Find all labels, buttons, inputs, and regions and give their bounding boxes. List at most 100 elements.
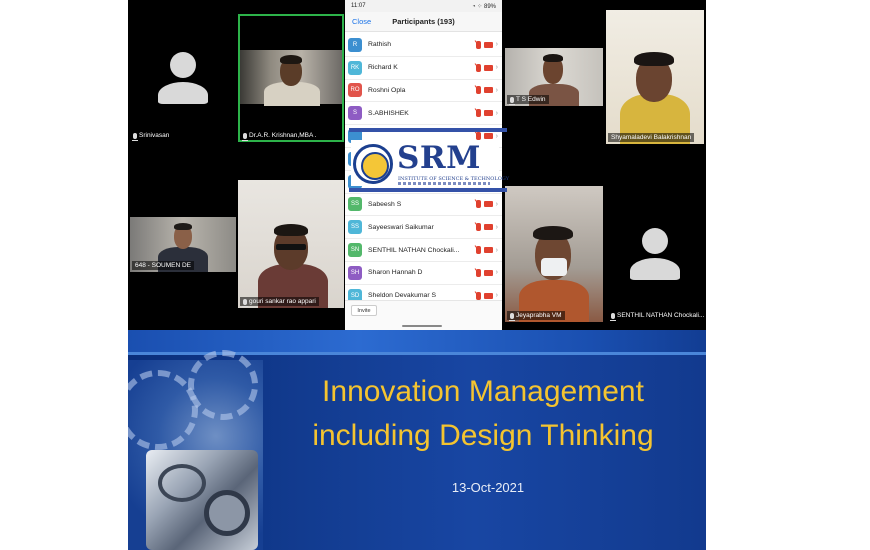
participant-controls: › xyxy=(475,200,498,209)
name-tag: Shyamaladevi Balakrishnan xyxy=(608,133,695,142)
muted-microphone-icon xyxy=(475,63,481,72)
srm-logo: SRM INSTITUTE OF SCIENCE & TECHNOLOGY xyxy=(349,128,509,194)
participant-controls: › xyxy=(475,63,498,72)
muted-microphone-icon xyxy=(475,109,481,118)
participant-name: Sheldon Devakumar S xyxy=(368,292,437,300)
participant-name: SENTHIL NATHAN Chockali... xyxy=(368,246,460,254)
video-feed xyxy=(240,50,342,106)
slide-title: Innovation Management including Design T… xyxy=(263,370,703,458)
chevron-right-icon: › xyxy=(495,292,498,300)
muted-microphone-icon xyxy=(475,246,481,255)
chevron-right-icon: › xyxy=(495,200,498,208)
participant-controls: › xyxy=(475,291,498,300)
participant-controls: › xyxy=(475,223,498,232)
chevron-right-icon: › xyxy=(495,269,498,277)
status-icons: ◔ ⁘ 89% xyxy=(472,3,496,10)
logo-underline xyxy=(398,182,490,185)
muted-microphone-icon xyxy=(475,291,481,300)
video-off-icon xyxy=(483,269,493,276)
chevron-right-icon: › xyxy=(495,41,498,49)
tile-senthil[interactable]: SENTHIL NATHAN Chockali... xyxy=(606,186,706,322)
video-off-icon xyxy=(483,64,493,71)
participant-name: Richard K xyxy=(368,64,398,72)
chevron-right-icon: › xyxy=(495,109,498,117)
participant-name: Srinivasan xyxy=(139,132,170,139)
participant-row[interactable]: SN SENTHIL NATHAN Chockali... › xyxy=(345,239,502,262)
slide-date: 13-Oct-2021 xyxy=(451,480,525,495)
microphone-icon xyxy=(242,298,248,307)
screenshot: Srinivasan Dr.A.R. Krishnan,MBA . 648 - … xyxy=(0,0,870,550)
participant-name: S.ABHISHEK xyxy=(368,109,409,117)
logo-bar-top xyxy=(349,128,507,132)
name-tag: Jeyaprabha VM xyxy=(507,311,565,321)
tile-soumen[interactable]: 648 - SOUMEN DE xyxy=(130,217,236,272)
microphone-icon xyxy=(132,132,138,141)
participant-controls: › xyxy=(475,246,498,255)
phone-status-bar: 11:07 ◔ ⁘ 89% xyxy=(345,0,502,12)
close-button[interactable]: Close xyxy=(352,17,371,26)
participant-avatar: RK xyxy=(348,60,362,75)
name-tag: SENTHIL NATHAN Chockali... xyxy=(608,311,706,321)
microphone-icon xyxy=(242,132,248,141)
tile-edwin[interactable]: T S Edwin xyxy=(505,48,603,106)
tile-krishnan[interactable]: Dr.A.R. Krishnan,MBA . xyxy=(238,14,344,142)
participant-name: Rathish xyxy=(368,41,392,49)
name-tag: 648 - SOUMEN DE xyxy=(132,261,194,270)
chevron-right-icon: › xyxy=(495,246,498,254)
logo-bar-bottom xyxy=(349,188,507,192)
chevron-right-icon: › xyxy=(495,223,498,231)
participant-row[interactable]: R Rathish › xyxy=(345,34,502,57)
participant-avatar: SH xyxy=(348,265,362,280)
tile-jeyaprabha[interactable]: Jeyaprabha VM xyxy=(505,186,603,322)
tile-srinivasan[interactable]: Srinivasan xyxy=(128,14,236,142)
logo-card: SRM INSTITUTE OF SCIENCE & TECHNOLOGY xyxy=(351,140,509,186)
video-off-icon xyxy=(483,41,493,48)
video-off-icon xyxy=(483,292,493,299)
name-tag: T S Edwin xyxy=(507,95,549,105)
participant-name: Shyamaladevi Balakrishnan xyxy=(611,134,692,141)
participant-name: Dr.A.R. Krishnan,MBA . xyxy=(249,132,317,139)
slide-title-line-1: Innovation Management xyxy=(322,375,644,408)
srm-seal-icon xyxy=(353,144,393,184)
participant-controls: › xyxy=(475,109,498,118)
name-tag: Dr.A.R. Krishnan,MBA . xyxy=(240,131,320,141)
muted-microphone-icon xyxy=(475,40,481,49)
microphone-icon xyxy=(610,312,616,321)
home-indicator xyxy=(402,325,442,327)
presentation-slide: Innovation Management including Design T… xyxy=(128,330,706,550)
participant-name: SENTHIL NATHAN Chockali... xyxy=(617,312,705,319)
video-off-icon xyxy=(483,224,493,231)
muted-microphone-icon xyxy=(475,200,481,209)
slide-title-line-2: including Design Thinking xyxy=(312,419,654,452)
participant-controls: › xyxy=(475,40,498,49)
participant-avatar: SS xyxy=(348,197,362,212)
participant-avatar: S xyxy=(348,106,362,121)
logo-wordmark: SRM xyxy=(397,140,481,176)
video-off-icon xyxy=(483,247,493,254)
muted-microphone-icon xyxy=(475,223,481,232)
participant-row[interactable]: SH Sharon Hannah D › xyxy=(345,262,502,285)
panel-footer: Invite xyxy=(345,300,502,330)
chevron-right-icon: › xyxy=(495,86,498,94)
participant-row[interactable]: SS Sayeeswari Saikumar › xyxy=(345,216,502,240)
participant-row[interactable]: RK Richard K › xyxy=(345,57,502,80)
participant-row[interactable]: RO Roshni Opla › xyxy=(345,80,502,103)
participant-row[interactable]: SS Sabeesh S › xyxy=(345,194,502,217)
participant-name: T S Edwin xyxy=(516,96,546,103)
microphone-icon xyxy=(509,96,515,105)
invite-button[interactable]: Invite xyxy=(351,305,377,316)
gear-graphic-icon xyxy=(128,350,263,550)
engine-image-icon xyxy=(146,450,258,550)
participant-name: 648 - SOUMEN DE xyxy=(135,262,191,269)
participant-avatar: SS xyxy=(348,220,362,235)
tile-gouri[interactable]: gouri sankar rao appari xyxy=(238,180,344,308)
video-off-icon xyxy=(483,87,493,94)
participant-avatar: RO xyxy=(348,83,362,98)
video-off-icon xyxy=(483,201,493,208)
chevron-right-icon: › xyxy=(495,64,498,72)
participant-row[interactable]: S S.ABHISHEK › xyxy=(345,102,502,126)
tile-shyamala[interactable]: Shyamaladevi Balakrishnan xyxy=(606,10,704,144)
slide-top-band xyxy=(128,330,706,352)
panel-header: Close Participants (193) xyxy=(345,12,502,32)
name-tag: Srinivasan xyxy=(130,131,173,141)
